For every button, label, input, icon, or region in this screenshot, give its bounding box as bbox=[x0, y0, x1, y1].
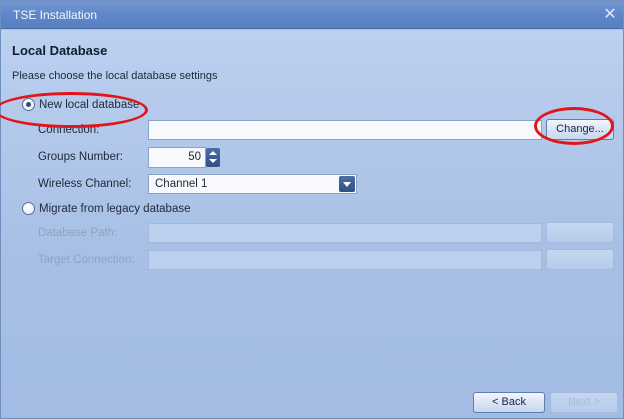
close-icon[interactable]: ✕ bbox=[601, 4, 619, 24]
target-connection-field[interactable] bbox=[148, 250, 542, 270]
radio-migrate-label: Migrate from legacy database bbox=[39, 202, 191, 215]
groups-number-stepper[interactable]: 50 bbox=[148, 147, 220, 168]
back-button[interactable]: < Back bbox=[473, 392, 545, 413]
radio-unselected-icon bbox=[22, 202, 35, 215]
groups-number-label: Groups Number: bbox=[38, 151, 124, 163]
wireless-channel-select[interactable]: Channel 1 bbox=[148, 174, 357, 194]
database-path-label: Database Path: bbox=[38, 227, 118, 239]
highlight-ellipse-change bbox=[534, 107, 614, 145]
target-connection-label: Target Connection: bbox=[38, 254, 135, 266]
spin-down-icon[interactable] bbox=[209, 159, 217, 163]
next-button[interactable]: Next > bbox=[550, 392, 618, 413]
window-title: TSE Installation bbox=[13, 8, 98, 22]
chevron-down-icon[interactable] bbox=[339, 176, 355, 192]
groups-number-value[interactable]: 50 bbox=[148, 147, 206, 168]
installer-window: TSE Installation ✕ Local Database Please… bbox=[0, 0, 624, 419]
connection-field[interactable] bbox=[148, 120, 542, 140]
database-path-field[interactable] bbox=[148, 223, 542, 243]
page-subtitle: Please choose the local database setting… bbox=[12, 70, 218, 82]
spin-arrows-icon[interactable] bbox=[206, 148, 220, 167]
title-bar: TSE Installation ✕ bbox=[1, 1, 623, 29]
wireless-channel-label: Wireless Channel: bbox=[38, 178, 132, 190]
wireless-channel-value: Channel 1 bbox=[155, 178, 208, 190]
wizard-content: Local Database Please choose the local d… bbox=[1, 30, 623, 418]
radio-migrate-legacy[interactable]: Migrate from legacy database bbox=[22, 202, 191, 215]
spin-up-icon[interactable] bbox=[209, 151, 217, 155]
target-connection-change-button[interactable] bbox=[546, 249, 614, 270]
highlight-ellipse-new-local bbox=[0, 92, 148, 128]
database-path-browse-button[interactable] bbox=[546, 222, 614, 243]
page-title: Local Database bbox=[12, 43, 108, 58]
